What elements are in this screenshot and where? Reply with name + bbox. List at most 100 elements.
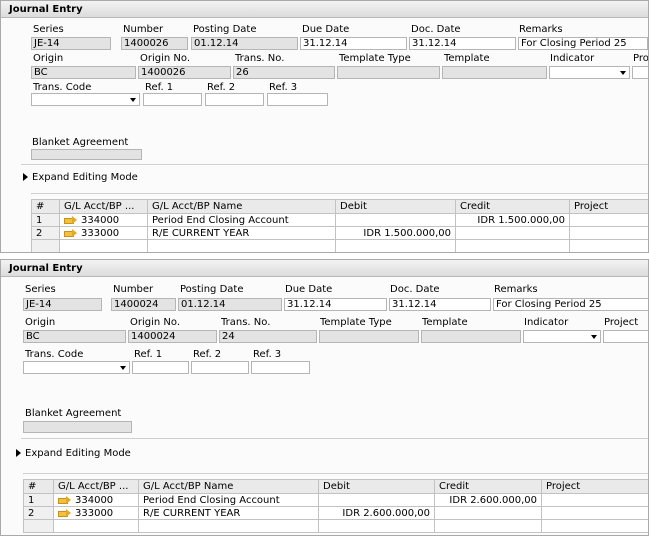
col-header-num[interactable]: # bbox=[31, 199, 60, 214]
posting-date-field[interactable]: 01.12.14 bbox=[178, 298, 282, 311]
account-cell[interactable]: 334000 bbox=[59, 213, 148, 227]
debit-cell[interactable]: IDR 1.500.000,00 bbox=[335, 226, 456, 240]
debit-cell[interactable] bbox=[335, 239, 456, 252]
link-arrow-icon[interactable] bbox=[58, 508, 71, 517]
credit-cell[interactable] bbox=[455, 239, 570, 252]
table-row[interactable]: 1 334000 Period End Closing Account IDR … bbox=[23, 493, 648, 507]
col-header-acct[interactable]: G/L Acct/BP ... bbox=[59, 199, 148, 214]
template-field[interactable] bbox=[442, 66, 547, 79]
doc-date-field[interactable]: 31.12.14 bbox=[409, 37, 516, 50]
link-arrow-icon[interactable] bbox=[64, 215, 77, 224]
trans-no-field[interactable]: 26 bbox=[233, 66, 335, 79]
col-header-name[interactable]: G/L Acct/BP Name bbox=[147, 199, 336, 214]
trans-code-dropdown[interactable] bbox=[31, 93, 140, 106]
table-row[interactable]: 1 334000 Period End Closing Account IDR … bbox=[31, 213, 648, 227]
trans-no-field[interactable]: 24 bbox=[219, 330, 317, 343]
origin-no-field[interactable]: 1400024 bbox=[128, 330, 217, 343]
number-field[interactable]: 1400024 bbox=[111, 298, 176, 311]
table-row-empty[interactable] bbox=[23, 519, 648, 533]
link-arrow-icon[interactable] bbox=[64, 228, 77, 237]
trans-code-label: Trans. Code bbox=[33, 82, 92, 93]
ref3-field[interactable] bbox=[267, 93, 328, 106]
table-header-row: # G/L Acct/BP ... G/L Acct/BP Name Debit… bbox=[23, 479, 648, 494]
credit-cell[interactable] bbox=[434, 519, 542, 533]
col-header-project[interactable]: Project bbox=[569, 199, 648, 214]
ref1-field[interactable] bbox=[132, 361, 189, 374]
origin-field[interactable]: BC bbox=[23, 330, 126, 343]
project-cell[interactable] bbox=[569, 213, 648, 227]
account-cell[interactable]: 333000 bbox=[59, 226, 148, 240]
account-name-cell[interactable] bbox=[147, 239, 336, 252]
ref2-field[interactable] bbox=[205, 93, 264, 106]
project-cell[interactable] bbox=[541, 506, 648, 520]
debit-cell[interactable] bbox=[318, 493, 435, 507]
series-field[interactable]: JE-14 bbox=[31, 37, 111, 50]
account-name-cell[interactable]: R/E CURRENT YEAR bbox=[138, 506, 319, 520]
project-cell[interactable] bbox=[569, 239, 648, 252]
account-cell[interactable]: 333000 bbox=[53, 506, 139, 520]
col-header-num[interactable]: # bbox=[23, 479, 54, 494]
doc-date-field[interactable]: 31.12.14 bbox=[389, 298, 491, 311]
credit-cell[interactable] bbox=[455, 226, 570, 240]
blanket-agreement-field[interactable] bbox=[31, 149, 142, 160]
indicator-dropdown[interactable] bbox=[523, 330, 601, 343]
col-header-debit[interactable]: Debit bbox=[335, 199, 456, 214]
account-cell[interactable]: 334000 bbox=[53, 493, 139, 507]
window-title: Journal Entry bbox=[9, 263, 83, 274]
debit-cell[interactable]: IDR 2.600.000,00 bbox=[318, 506, 435, 520]
project-field[interactable] bbox=[603, 330, 648, 343]
account-cell[interactable] bbox=[59, 239, 148, 252]
col-header-credit[interactable]: Credit bbox=[455, 199, 570, 214]
ref2-field[interactable] bbox=[191, 361, 249, 374]
col-header-acct[interactable]: G/L Acct/BP ... bbox=[53, 479, 139, 494]
credit-cell[interactable] bbox=[434, 506, 542, 520]
table-row[interactable]: 2 333000 R/E CURRENT YEAR IDR 2.600.000,… bbox=[23, 506, 648, 520]
account-name-cell[interactable]: R/E CURRENT YEAR bbox=[147, 226, 336, 240]
remarks-field[interactable]: For Closing Period 25 bbox=[518, 37, 648, 50]
col-header-name[interactable]: G/L Acct/BP Name bbox=[138, 479, 319, 494]
col-header-credit[interactable]: Credit bbox=[434, 479, 542, 494]
col-header-project[interactable]: Project bbox=[541, 479, 648, 494]
due-date-label: Due Date bbox=[302, 24, 350, 35]
account-cell[interactable] bbox=[53, 519, 139, 533]
indicator-label: Indicator bbox=[550, 53, 595, 64]
account-name-cell[interactable]: Period End Closing Account bbox=[138, 493, 319, 507]
ref2-label: Ref. 2 bbox=[193, 349, 222, 360]
project-field[interactable] bbox=[632, 66, 648, 79]
expand-editing-mode-toggle[interactable]: Expand Editing Mode bbox=[16, 448, 131, 459]
row-number: 1 bbox=[23, 493, 54, 507]
series-field[interactable]: JE-14 bbox=[23, 298, 102, 311]
ref3-field[interactable] bbox=[251, 361, 310, 374]
template-type-field[interactable] bbox=[337, 66, 440, 79]
indicator-dropdown[interactable] bbox=[549, 66, 630, 79]
debit-cell[interactable] bbox=[318, 519, 435, 533]
due-date-field[interactable]: 31.12.14 bbox=[300, 37, 407, 50]
posting-date-field[interactable]: 01.12.14 bbox=[191, 37, 298, 50]
credit-cell[interactable]: IDR 2.600.000,00 bbox=[434, 493, 542, 507]
blanket-agreement-field[interactable] bbox=[23, 421, 132, 433]
origin-no-field[interactable]: 1400026 bbox=[138, 66, 231, 79]
project-cell[interactable] bbox=[541, 519, 648, 533]
account-name-cell[interactable]: Period End Closing Account bbox=[147, 213, 336, 227]
origin-no-label: Origin No. bbox=[140, 53, 191, 64]
template-field[interactable] bbox=[421, 330, 521, 343]
table-row-empty[interactable] bbox=[31, 239, 648, 252]
link-arrow-icon[interactable] bbox=[58, 495, 71, 504]
project-cell[interactable] bbox=[569, 226, 648, 240]
trans-code-dropdown[interactable] bbox=[23, 361, 130, 374]
expand-editing-mode-toggle[interactable]: Expand Editing Mode bbox=[23, 172, 138, 183]
ref1-label: Ref. 1 bbox=[145, 82, 174, 93]
origin-field[interactable]: BC bbox=[31, 66, 136, 79]
project-cell[interactable] bbox=[541, 493, 648, 507]
table-row[interactable]: 2 333000 R/E CURRENT YEAR IDR 1.500.000,… bbox=[31, 226, 648, 240]
number-field[interactable]: 1400026 bbox=[121, 37, 188, 50]
table-header-row: # G/L Acct/BP ... G/L Acct/BP Name Debit… bbox=[31, 199, 648, 214]
credit-cell[interactable]: IDR 1.500.000,00 bbox=[455, 213, 570, 227]
template-type-field[interactable] bbox=[319, 330, 419, 343]
debit-cell[interactable] bbox=[335, 213, 456, 227]
account-name-cell[interactable] bbox=[138, 519, 319, 533]
remarks-field[interactable]: For Closing Period 25 bbox=[493, 298, 648, 311]
col-header-debit[interactable]: Debit bbox=[318, 479, 435, 494]
due-date-field[interactable]: 31.12.14 bbox=[284, 298, 387, 311]
ref1-field[interactable] bbox=[143, 93, 202, 106]
